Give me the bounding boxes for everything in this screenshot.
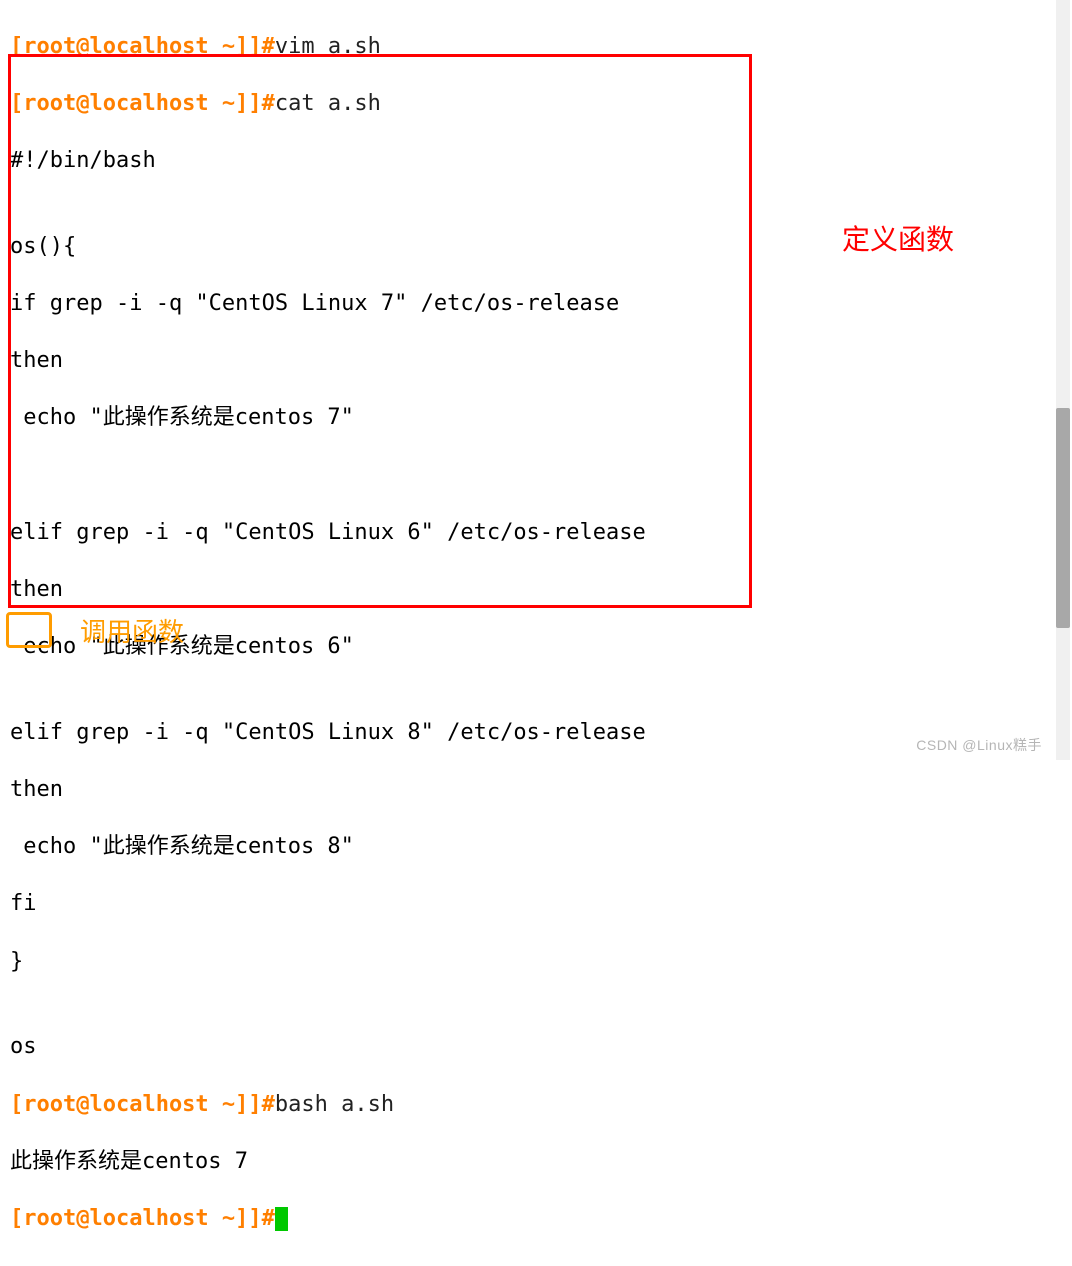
- command-bash: bash a.sh: [275, 1092, 394, 1117]
- cursor-icon[interactable]: [275, 1207, 288, 1231]
- scrollbar-thumb[interactable]: [1056, 408, 1070, 628]
- command-vim: vim a.sh: [275, 34, 381, 59]
- annotation-define-function: 定义函数: [842, 222, 954, 258]
- output-line: 此操作系统是centos 7: [10, 1148, 1062, 1177]
- scrollbar-track[interactable]: [1056, 0, 1070, 760]
- shell-prompt: [root@localhost ~]]#: [10, 1092, 275, 1117]
- script-line: echo "此操作系统是centos 7": [10, 404, 1062, 433]
- script-line: fi: [10, 890, 1062, 919]
- script-line: }: [10, 948, 1062, 977]
- shell-prompt: [root@localhost ~]]#: [10, 34, 275, 59]
- script-line: elif grep -i -q "CentOS Linux 8" /etc/os…: [10, 719, 1062, 748]
- watermark-text: CSDN @Linux糕手: [916, 736, 1042, 754]
- shell-prompt: [root@localhost ~]]#: [10, 1206, 275, 1231]
- script-line: echo "此操作系统是centos 8": [10, 833, 1062, 862]
- script-line: #!/bin/bash: [10, 147, 1062, 176]
- script-line: if grep -i -q "CentOS Linux 7" /etc/os-r…: [10, 290, 1062, 319]
- annotation-call-function: 调用函数: [80, 616, 184, 650]
- script-call-os: os: [10, 1033, 1062, 1062]
- script-line: then: [10, 347, 1062, 376]
- script-line: then: [10, 776, 1062, 805]
- script-line: elif grep -i -q "CentOS Linux 6" /etc/os…: [10, 519, 1062, 548]
- command-cat: cat a.sh: [275, 91, 381, 116]
- shell-prompt: [root@localhost ~]]#: [10, 91, 275, 116]
- script-line: then: [10, 576, 1062, 605]
